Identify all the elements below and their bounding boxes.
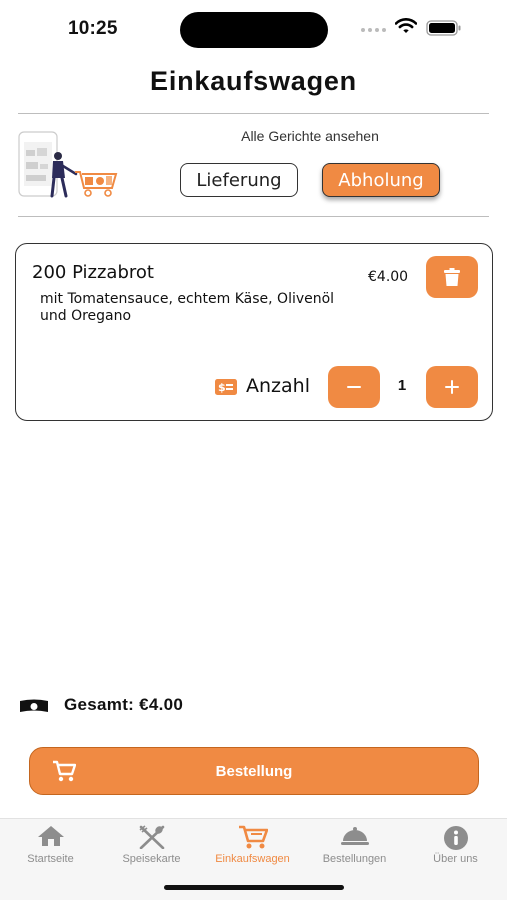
quantity-value: 1: [397, 377, 407, 394]
increase-quantity-button[interactable]: [426, 366, 478, 408]
item-price: €4.00: [368, 269, 409, 285]
battery-icon: [426, 20, 461, 36]
tab-home[interactable]: Startseite: [0, 819, 101, 875]
order-total: Gesamt: €4.00: [64, 695, 184, 714]
place-order-label: Bestellung: [215, 762, 293, 780]
trash-icon: [444, 268, 460, 286]
tab-about[interactable]: Über uns: [405, 819, 506, 875]
tab-menu[interactable]: Speisekarte: [101, 819, 202, 875]
delete-item-button[interactable]: [426, 256, 478, 298]
cart-icon: [238, 825, 268, 849]
item-name: 200 Pizzabrot: [32, 262, 154, 283]
delivery-option-button[interactable]: Lieferung: [180, 163, 298, 197]
home-indicator: [164, 885, 344, 890]
tab-label: Speisekarte: [122, 853, 181, 865]
tab-orders[interactable]: Bestellungen: [304, 819, 405, 875]
all-dishes-link[interactable]: Alle Gerichte ansehen: [180, 128, 440, 144]
quantity-icon: $: [215, 379, 237, 395]
status-time: 10:25: [68, 18, 118, 39]
cellular-signal-icon: [361, 28, 386, 32]
divider: [18, 216, 489, 217]
wifi-icon: [395, 18, 417, 33]
info-icon: [443, 826, 468, 850]
home-icon: [37, 826, 64, 846]
plus-icon: [445, 380, 459, 394]
money-icon: [20, 699, 48, 712]
quantity-label: Anzahl: [246, 375, 310, 397]
tab-label: Einkaufswagen: [215, 853, 290, 865]
cloche-icon: [340, 827, 369, 845]
decrease-quantity-button[interactable]: [328, 366, 380, 408]
svg-text:$: $: [218, 381, 226, 394]
tab-label: Über uns: [433, 853, 478, 865]
dynamic-island: [180, 12, 328, 48]
divider: [18, 113, 489, 114]
item-description: mit Tomatensauce, echtem Käse, Olivenöl …: [40, 291, 335, 324]
place-order-button[interactable]: Bestellung: [29, 747, 479, 795]
shopping-illustration-icon: [18, 131, 118, 198]
cart-item-card: 200 Pizzabrot mit Tomatensauce, echtem K…: [15, 243, 493, 421]
cart-icon: [53, 760, 76, 782]
fork-knife-icon: [139, 825, 164, 849]
tab-cart[interactable]: Einkaufswagen: [202, 819, 303, 875]
pickup-option-button[interactable]: Abholung: [322, 163, 440, 197]
tab-label: Startseite: [27, 853, 74, 865]
page-title: Einkaufswagen: [150, 66, 357, 96]
minus-icon: [347, 386, 361, 388]
tab-label: Bestellungen: [322, 853, 387, 865]
